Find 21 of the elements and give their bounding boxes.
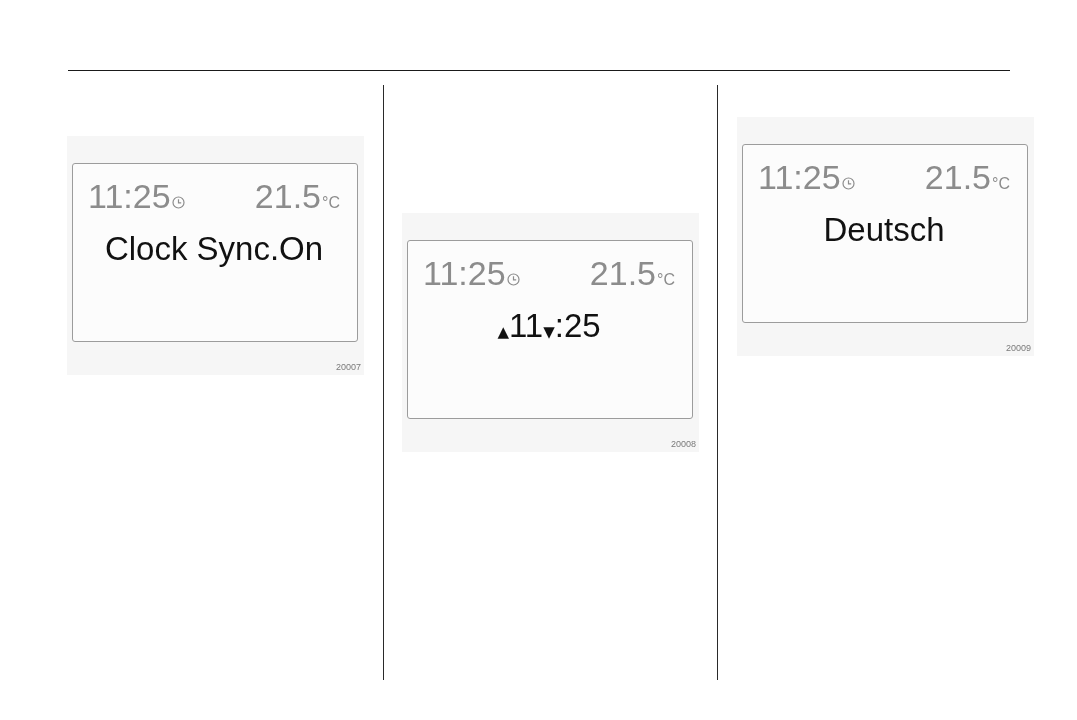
clock-icon	[506, 273, 520, 286]
temperature-unit: °C	[992, 176, 1010, 192]
display-message: Clock Sync.On	[104, 232, 324, 265]
time-readout: 11:25	[88, 179, 171, 213]
clock-icon	[171, 196, 185, 209]
time-readout: 11:25	[423, 256, 506, 290]
temperature-unit: °C	[657, 272, 675, 288]
display-message: :25	[554, 309, 601, 342]
temperature-readout: 21.5	[924, 160, 992, 194]
temperature-readout: 21.5	[254, 179, 322, 213]
display-message: 11	[508, 309, 544, 342]
display-message: Deutsch	[823, 213, 945, 246]
arrow-symbol: ▲	[497, 325, 509, 340]
temperature-unit: °C	[322, 195, 340, 211]
figure-number: 20009	[1005, 344, 1031, 353]
arrow-symbol: ▼	[543, 325, 555, 340]
figure-number: 20007	[335, 363, 361, 372]
figure-number: 20008	[670, 440, 696, 449]
time-readout: 11:25	[758, 160, 841, 194]
temperature-readout: 21.5	[589, 256, 657, 290]
clock-icon	[841, 177, 855, 190]
